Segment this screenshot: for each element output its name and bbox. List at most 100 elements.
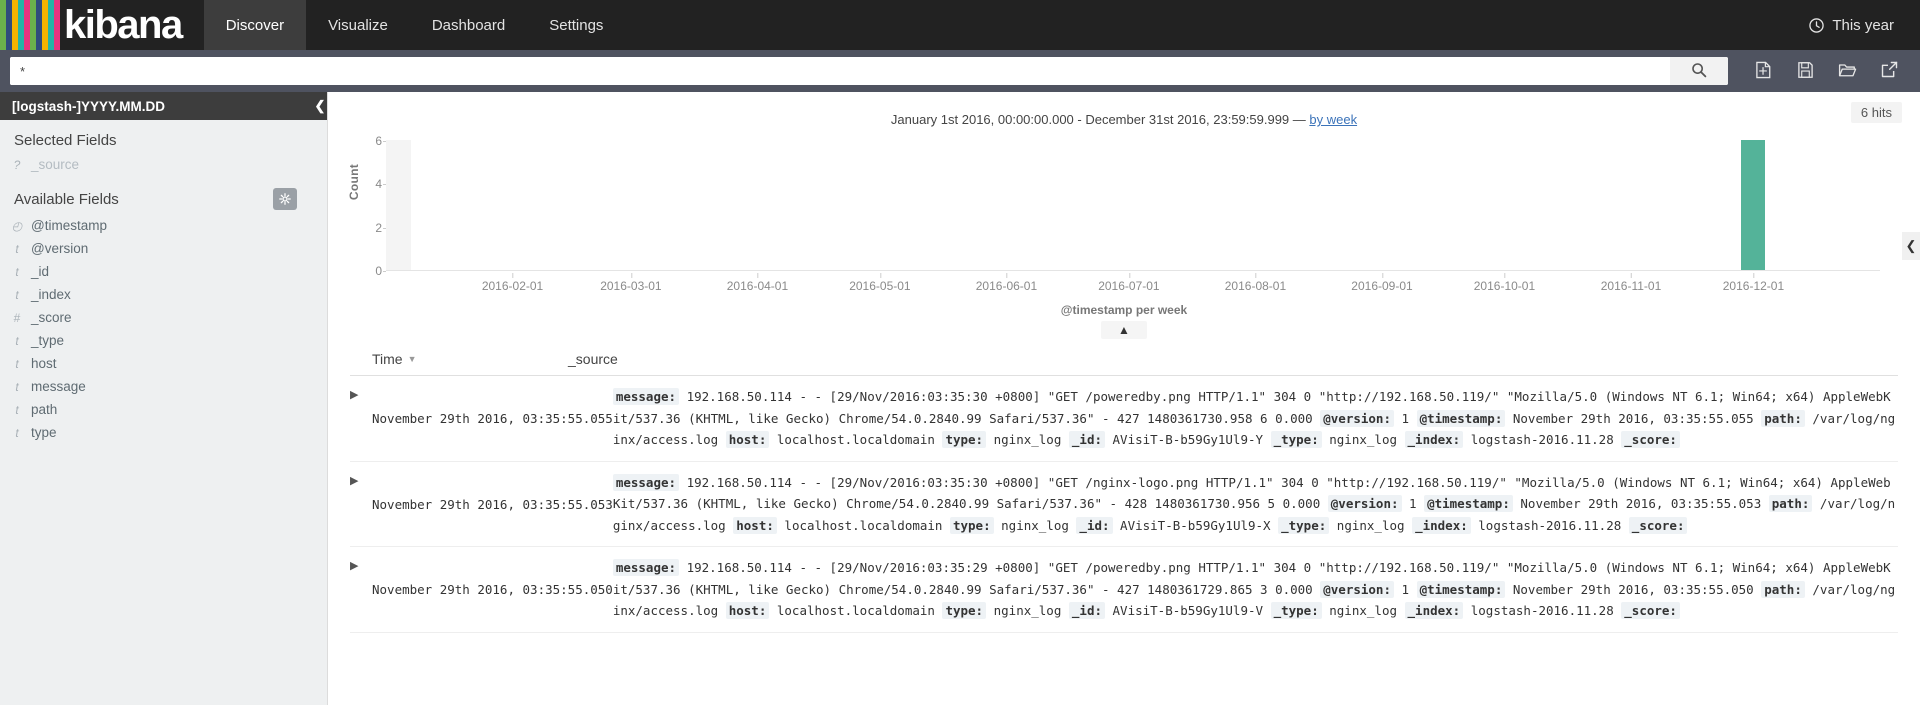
logo-color-bars-icon (0, 0, 60, 50)
search-input[interactable] (10, 57, 1670, 85)
field-item-type[interactable]: t type (0, 421, 327, 444)
field-item-source[interactable]: ? _source (0, 153, 327, 176)
source-field-key: _index: (1412, 516, 1471, 534)
document-table-header: Time ▼ _source (350, 351, 1898, 376)
nav-item-dashboard[interactable]: Dashboard (410, 0, 527, 50)
share-search-button[interactable] (1868, 56, 1910, 86)
field-item-type[interactable]: t _type (0, 329, 327, 352)
source-field-key: _score: (1621, 602, 1680, 619)
time-column-header[interactable]: Time ▼ (372, 351, 568, 367)
field-item-score[interactable]: # _score (0, 306, 327, 329)
field-name-label: _index (31, 287, 71, 302)
x-tick-2016-04-01: 2016-04-01 (726, 273, 789, 293)
chevron-up-icon[interactable]: ▲ (1101, 321, 1147, 339)
source-field-key: host: (733, 516, 777, 534)
table-row[interactable]: ▶ November 29th 2016, 03:35:55.050 message… (350, 547, 1898, 633)
available-fields-heading: Available Fields (14, 190, 119, 208)
source-field-key: _id: (1068, 431, 1105, 448)
field-type-icon: ◴ (11, 218, 23, 233)
x-tick-2016-05-01: 2016-05-01 (849, 273, 911, 293)
nav-item-discover[interactable]: Discover (203, 0, 307, 50)
chart-plot-area: 0246 (375, 134, 1880, 278)
field-type-icon: t (15, 287, 19, 302)
time-picker-button[interactable]: This year (1809, 0, 1920, 50)
chevron-left-icon[interactable]: ❮ (313, 99, 327, 113)
expand-column-header (350, 351, 372, 367)
index-pattern-selector[interactable]: [logstash-]YYYY.MM.DD ❮ (0, 92, 327, 120)
source-field-key: type: (942, 602, 987, 619)
row-timestamp: November 29th 2016, 03:35:55.050 (372, 582, 613, 598)
x-tick-2016-07-01: 2016-07-01 (1098, 273, 1160, 293)
row-source-cell: message: 192.168.50.114 - - [29/Nov/2016… (612, 388, 1896, 448)
source-field-key: @timestamp: (1424, 495, 1513, 512)
field-type-icon: t (15, 356, 19, 371)
query-bar-actions (1728, 56, 1910, 86)
row-source-cell: message: 192.168.50.114 - - [29/Nov/2016… (612, 473, 1896, 534)
field-type-icon: t (15, 402, 19, 417)
caret-right-icon[interactable]: ▶ (350, 386, 372, 451)
source-field-key: path: (1761, 580, 1805, 598)
caret-right-icon[interactable]: ▶ (350, 472, 372, 537)
clock-icon (1809, 17, 1825, 33)
table-row[interactable]: ▶ November 29th 2016, 03:35:55.055 message… (350, 376, 1898, 462)
row-time-cell: November 29th 2016, 03:35:55.055 (372, 386, 613, 451)
nav-items: Discover Visualize Dashboard Settings (203, 0, 626, 50)
field-item-timestamp[interactable]: ◴ @timestamp (0, 214, 327, 237)
save-search-button[interactable] (1784, 56, 1826, 86)
field-type-icon: t (15, 264, 19, 279)
y-tick-2: 2 (362, 221, 386, 235)
field-item-version[interactable]: t @version (0, 237, 327, 260)
kibana-logo[interactable]: kibana (0, 0, 204, 50)
y-axis-title: Count (347, 163, 362, 201)
discover-main-panel: 6 hits January 1st 2016, 00:00:00.000 - … (328, 92, 1920, 705)
available-fields-list: ◴ @timestamp t @version t _id t _index # _score t _… (0, 214, 327, 444)
caret-down-icon[interactable]: ▼ (408, 354, 417, 364)
nav-item-settings[interactable]: Settings (527, 0, 625, 50)
nav-item-visualize[interactable]: Visualize (306, 0, 410, 50)
row-timestamp: November 29th 2016, 03:35:55.055 (372, 411, 613, 427)
chart-range-text: January 1st 2016, 00:00:00.000 - Decembe… (890, 112, 1310, 127)
source-field-key: type: (949, 516, 994, 534)
x-tick-2016-11-01: 2016-11-01 (1600, 273, 1662, 293)
source-field-key: type: (942, 431, 987, 448)
source-field-key: _type: (1270, 602, 1322, 619)
source-field-key: _type: (1270, 431, 1322, 448)
source-field-key: @version: (1320, 409, 1394, 427)
field-type-icon: t (15, 425, 19, 440)
source-field-key: host: (725, 602, 770, 619)
open-search-button[interactable] (1826, 56, 1868, 86)
index-pattern-label: [logstash-]YYYY.MM.DD (12, 98, 166, 114)
source-field-key: _id: (1076, 516, 1113, 534)
source-field-key: host: (725, 431, 770, 448)
query-input-wrapper (10, 57, 1728, 85)
field-name-label: _source (31, 157, 80, 172)
x-tick-2016-08-01: 2016-08-01 (1224, 273, 1287, 293)
histogram-chart: Count 0246 2016-02-01 2016-03-01 2016-04-0… (347, 134, 1880, 293)
gear-icon[interactable] (273, 188, 297, 210)
y-tick-6: 6 (362, 134, 386, 148)
x-tick-2016-10-01: 2016-10-01 (1473, 273, 1536, 293)
search-submit-button[interactable] (1670, 57, 1728, 85)
document-table: Time ▼ _source ▶ November 29th 2016, 03:3… (350, 351, 1898, 633)
source-field-key: _type: (1278, 516, 1330, 534)
field-item-path[interactable]: t path (0, 398, 327, 421)
table-row[interactable]: ▶ November 29th 2016, 03:35:55.053 message… (350, 462, 1898, 547)
field-name-label: message (31, 379, 86, 394)
x-tick-2016-09-01: 2016-09-01 (1351, 273, 1413, 293)
field-item-id[interactable]: t _id (0, 260, 327, 283)
field-item-message[interactable]: t message (0, 375, 327, 398)
source-field-key: path: (1761, 409, 1805, 427)
selected-fields-heading: Selected Fields (14, 132, 117, 149)
new-document-icon (1755, 61, 1772, 82)
chart-collapse-right-icon[interactable]: ❮ (1902, 232, 1920, 260)
field-item-index[interactable]: t _index (0, 283, 327, 306)
new-search-button[interactable] (1742, 56, 1784, 86)
histogram-bar[interactable] (1741, 140, 1766, 270)
source-field-key: _score: (1621, 431, 1680, 448)
source-field-key: message: (612, 473, 680, 491)
selected-fields-list: ? _source (0, 153, 327, 176)
field-item-host[interactable]: t host (0, 352, 327, 375)
interval-link[interactable]: by week (1309, 112, 1357, 127)
caret-right-icon[interactable]: ▶ (350, 557, 372, 622)
field-name-label: @version (31, 241, 89, 256)
